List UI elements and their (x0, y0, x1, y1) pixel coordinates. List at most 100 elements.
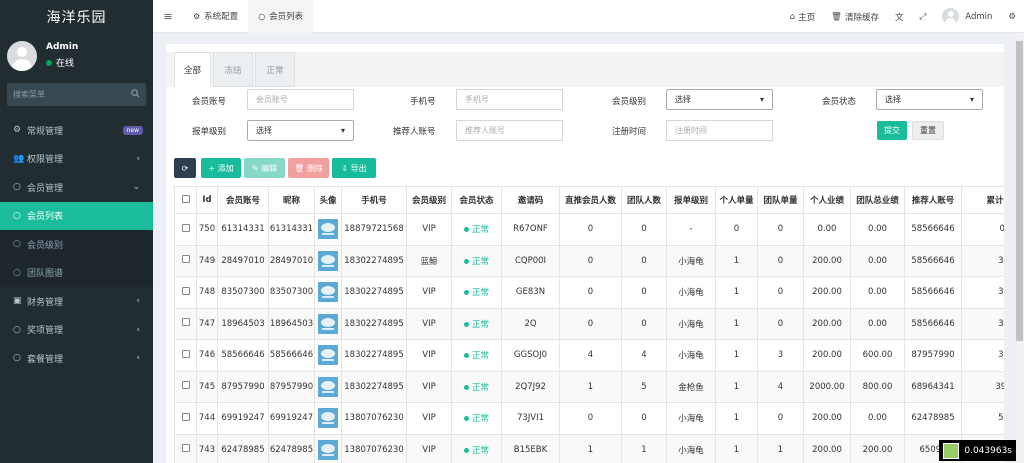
row-checkbox[interactable] (174, 213, 197, 246)
add-button[interactable]: + 添加 (201, 158, 241, 178)
home-link[interactable]: ⌂ 主页 (782, 11, 823, 23)
user-panel: Admin 在线 (0, 33, 153, 78)
referrer-input[interactable]: 推荐人账号 (456, 120, 563, 141)
table-row[interactable]: 750 61314331 61314331 18879721568 VIP 正常 R67ON… (174, 213, 1004, 246)
sidebar-item-label: 会员列表 (27, 212, 64, 223)
avatar-image[interactable] (318, 250, 338, 271)
status-dot-icon (463, 258, 469, 264)
sidebar-item-regular[interactable]: ⚙ 常规管理 new (0, 116, 153, 145)
row-checkbox[interactable] (174, 244, 197, 277)
cell-personal-qty: 1 (715, 276, 758, 309)
tab-system-config[interactable]: ⚙ 系统配置 (183, 0, 248, 33)
tab-member-list[interactable]: ○ 会员列表 (248, 0, 314, 33)
edit-button[interactable]: ✎ 编辑 (244, 158, 285, 178)
row-checkbox[interactable] (174, 402, 197, 435)
table-row[interactable]: 748 83507300 83507300 18302274895 VIP 正常 GE83N… (174, 276, 1004, 309)
table-row[interactable]: 745 87957990 87957990 18302274895 VIP 正常 2Q7J9… (174, 370, 1004, 403)
table-row[interactable]: 743 62478985 62478985 13807076230 VIP 正常 B15EB… (174, 433, 1004, 463)
sidebar-item-team-graph[interactable]: ○ 团队图谱 (0, 258, 153, 287)
header-actions: ⌂ 主页 🗑 清除缓存 文 ⤢ Admin ⚙ (782, 0, 1024, 33)
cell-level: 蓝鲸 (406, 244, 452, 277)
cell-status: 正常 (451, 276, 502, 309)
avatar-image[interactable] (318, 313, 338, 334)
cell-status: 正常 (451, 402, 502, 435)
refresh-button[interactable]: ⟳ (174, 158, 196, 178)
sidebar-item-member-level[interactable]: ○ 会员级别 (0, 230, 153, 259)
col-team-size[interactable]: 团队人数 (621, 186, 667, 214)
export-button[interactable]: ⇩ 导出 (332, 158, 376, 178)
sidebar-item-packages[interactable]: ○ 套餐管理 ‹ (0, 344, 153, 373)
col-avatar[interactable]: 头像 (314, 186, 342, 214)
fullscreen-icon[interactable]: ⤢ (911, 12, 934, 22)
sidebar-item-permission[interactable]: 👥 权限管理 ‹ (0, 145, 153, 174)
cell-direct: 4 (559, 339, 622, 372)
row-checkbox[interactable] (174, 433, 197, 463)
row-checkbox[interactable] (174, 370, 197, 403)
reset-button[interactable]: 重置 (912, 121, 944, 140)
report-level-select[interactable]: 选择 ▾ (247, 120, 354, 141)
menu-toggle-icon[interactable]: ≡ (153, 10, 183, 23)
regtime-input[interactable]: 注册时间 (666, 120, 773, 141)
col-personal-qty[interactable]: 个人单量 (715, 186, 758, 214)
cell-referrer: 58566646 (904, 213, 962, 246)
cell-direct: 0 (559, 402, 622, 435)
col-accumulated[interactable]: 累计日分 (961, 186, 1004, 214)
cell-team-perf: 800.00 (850, 370, 905, 403)
account-input[interactable]: 会员账号 (247, 89, 354, 110)
app-logo[interactable]: 海洋乐园 (0, 0, 153, 33)
sidebar-item-members[interactable]: ○ 会员管理 ⌄ (0, 173, 153, 202)
table-row[interactable]: 746 58566646 58566646 18302274895 VIP 正常 GGSOJ… (174, 339, 1004, 372)
col-team-perf[interactable]: 团队总业绩 (850, 186, 905, 214)
sidebar-item-awards[interactable]: ○ 奖项管理 ‹ (0, 316, 153, 345)
table-row[interactable]: 747 18964503 18964503 18302274895 VIP 正常 2Q 0 0 小… (174, 307, 1004, 340)
col-report-level[interactable]: 报单级别 (666, 186, 716, 214)
tab-normal[interactable]: 正常 (255, 52, 295, 87)
sidebar-item-label: 团队图谱 (27, 269, 64, 280)
cell-level: VIP (406, 276, 452, 309)
row-checkbox[interactable] (174, 339, 197, 372)
avatar-image[interactable] (318, 408, 338, 429)
col-level[interactable]: 会员级别 (406, 186, 452, 214)
tab-all[interactable]: 全部 (174, 52, 211, 87)
row-checkbox[interactable] (174, 307, 197, 340)
avatar-image[interactable] (318, 345, 338, 366)
status-select[interactable]: 选择 ▾ (876, 89, 983, 110)
sidebar-search-input[interactable]: 搜索菜单 (7, 83, 146, 106)
delete-button[interactable]: 🗑 删除 (288, 158, 329, 178)
page-scrollbar[interactable] (1015, 33, 1024, 463)
tab-frozen[interactable]: 冻结 (213, 52, 253, 87)
avatar-image[interactable] (318, 219, 338, 240)
phone-input[interactable]: 手机号 (456, 89, 563, 110)
row-checkbox[interactable] (174, 276, 197, 309)
col-account[interactable]: 会员账号 (217, 186, 269, 214)
clear-cache-button[interactable]: 🗑 清除缓存 (823, 11, 887, 23)
select-all-checkbox[interactable] (174, 186, 197, 214)
sidebar-item-member-list[interactable]: ○ 会员列表 (0, 201, 153, 230)
col-phone[interactable]: 手机号 (341, 186, 407, 214)
cell-personal-qty: 1 (715, 433, 758, 463)
avatar-image[interactable] (318, 376, 338, 397)
submit-button[interactable]: 提交 (877, 121, 907, 140)
scrollbar-thumb[interactable] (1016, 41, 1023, 341)
col-invite-code[interactable]: 邀请码 (501, 186, 560, 214)
col-nickname[interactable]: 昵称 (268, 186, 315, 214)
trash-icon: 🗑 (831, 11, 842, 22)
level-select[interactable]: 选择 ▾ (666, 89, 773, 110)
table-row[interactable]: 744 69919247 69919247 13807076230 VIP 正常 73JVI… (174, 402, 1004, 435)
col-id[interactable]: Id (196, 186, 218, 214)
col-personal-perf[interactable]: 个人业绩 (803, 186, 851, 214)
search-icon[interactable] (131, 89, 140, 100)
col-team-qty[interactable]: 团队单量 (757, 186, 804, 214)
avatar-image[interactable] (318, 282, 338, 303)
cell-referrer: 62478985 (904, 402, 962, 435)
user-menu[interactable]: Admin (934, 8, 1000, 25)
col-referrer[interactable]: 推荐人账号 (904, 186, 962, 214)
table-row[interactable]: 749 28497010 28497010 18302274895 蓝鲸 正常 CQP00I… (174, 244, 1004, 277)
col-status[interactable]: 会员状态 (451, 186, 502, 214)
avatar-image[interactable] (318, 439, 338, 460)
cell-accumulated: 39 (961, 276, 1004, 309)
sidebar-item-finance[interactable]: ▣ 财务管理 ‹ (0, 287, 153, 316)
settings-gear-icon[interactable]: ⚙ (1000, 12, 1024, 22)
language-icon[interactable]: 文 (887, 11, 912, 23)
col-direct-members[interactable]: 直推会员人数 (559, 186, 622, 214)
